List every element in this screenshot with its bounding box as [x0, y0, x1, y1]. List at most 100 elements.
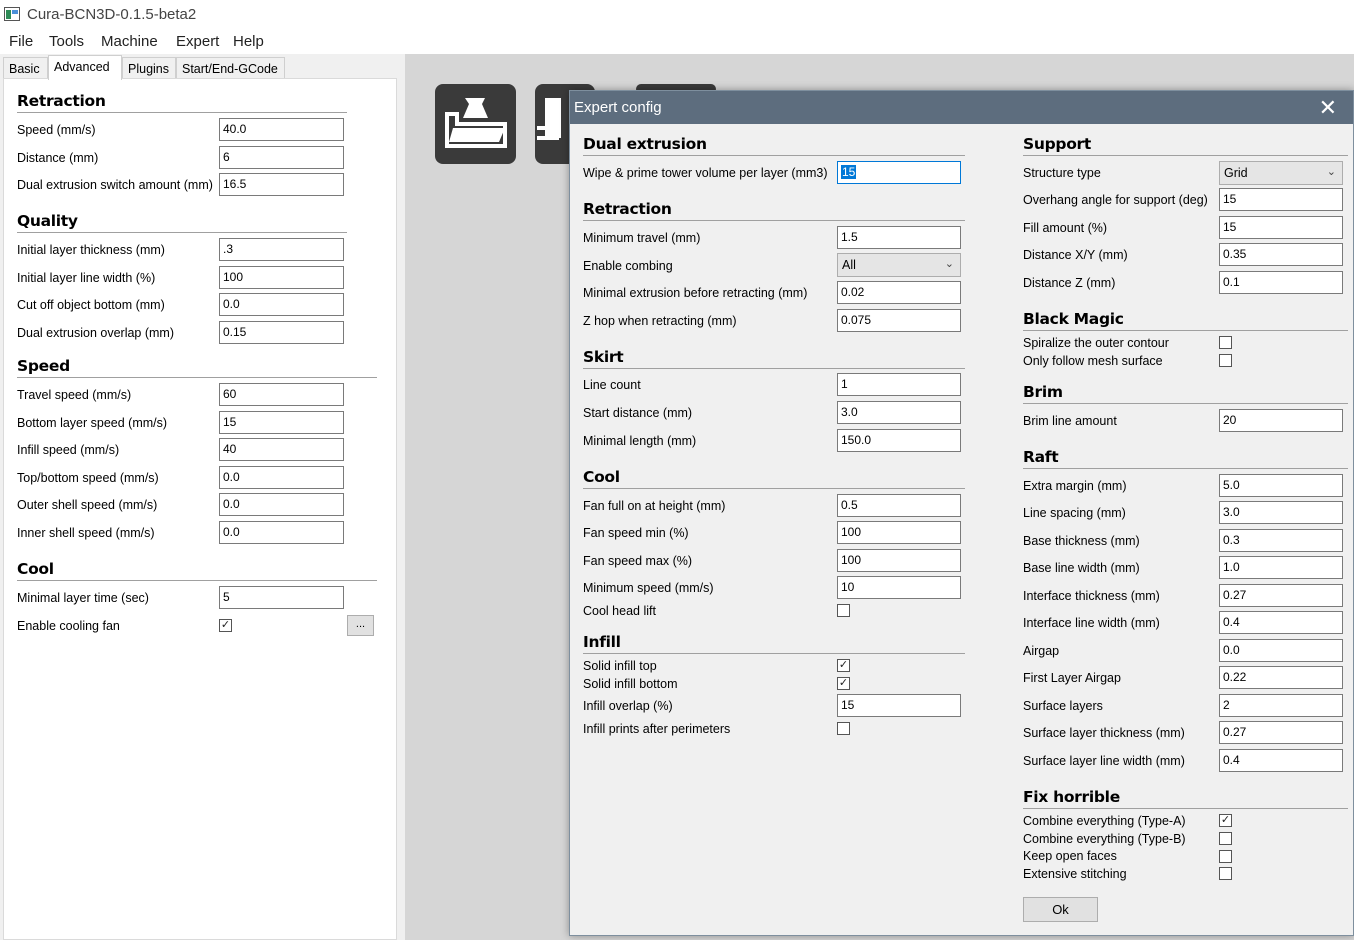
- structure-type-select[interactable]: Grid ⌄: [1219, 161, 1343, 185]
- overhang-angle-input[interactable]: 15: [1219, 188, 1343, 211]
- bottom-layer-speed-label: Bottom layer speed (mm/s): [17, 416, 168, 430]
- raft-surface-layers-input[interactable]: 2: [1219, 694, 1343, 717]
- combine-type-a-checkbox[interactable]: ✓: [1219, 814, 1232, 827]
- combine-type-b-checkbox[interactable]: [1219, 832, 1232, 845]
- skirt-line-count-input[interactable]: 1: [837, 373, 961, 396]
- only-mesh-surface-checkbox[interactable]: [1219, 354, 1232, 367]
- raft-surface-layers-label: Surface layers: [1023, 699, 1103, 713]
- raft-extra-margin-input[interactable]: 5.0: [1219, 474, 1343, 497]
- infill-speed-input[interactable]: 40: [219, 438, 344, 461]
- distance-xy-input[interactable]: 0.35: [1219, 243, 1343, 266]
- app-icon: [4, 7, 20, 21]
- initial-layer-thickness-label: Initial layer thickness (mm): [17, 243, 165, 257]
- initial-line-width-label: Initial layer line width (%): [17, 271, 156, 285]
- minimal-layer-time-input[interactable]: 5: [219, 586, 344, 609]
- bottom-layer-speed-input[interactable]: 15: [219, 411, 344, 434]
- solid-infill-top-checkbox[interactable]: ✓: [837, 659, 850, 672]
- skirt-minimal-length-input[interactable]: 150.0: [837, 429, 961, 452]
- menu-tools[interactable]: Tools: [49, 33, 84, 50]
- travel-speed-input[interactable]: 60: [219, 383, 344, 406]
- infill-after-perimeters-label: Infill prints after perimeters: [583, 722, 731, 736]
- raft-surface-layer-thickness-input[interactable]: 0.27: [1219, 721, 1343, 744]
- z-hop-label: Z hop when retracting (mm): [583, 314, 737, 328]
- load-model-button[interactable]: [435, 84, 516, 164]
- raft-surface-line-width-label: Surface layer line width (mm): [1023, 754, 1185, 768]
- initial-layer-thickness-input[interactable]: .3: [219, 238, 344, 261]
- retraction-distance-input[interactable]: 6: [219, 146, 344, 169]
- tab-plugins[interactable]: Plugins: [122, 57, 176, 79]
- raft-first-layer-airgap-label: First Layer Airgap: [1023, 671, 1121, 685]
- fill-amount-input[interactable]: 15: [1219, 216, 1343, 239]
- menu-expert[interactable]: Expert: [176, 33, 219, 50]
- section-cool: Cool: [17, 560, 54, 578]
- raft-first-layer-airgap-input[interactable]: 0.22: [1219, 666, 1343, 689]
- raft-base-thickness-label: Base thickness (mm): [1023, 534, 1140, 548]
- tab-advanced[interactable]: Advanced: [48, 55, 122, 80]
- enable-combing-select[interactable]: All ⌄: [837, 253, 961, 277]
- fan-full-on-label: Fan full on at height (mm): [583, 499, 726, 513]
- dual-overlap-input[interactable]: 0.15: [219, 321, 344, 344]
- spiralize-checkbox[interactable]: [1219, 336, 1232, 349]
- raft-interface-thickness-label: Interface thickness (mm): [1023, 589, 1160, 603]
- fan-speed-min-input[interactable]: 100: [837, 521, 961, 544]
- menu-help[interactable]: Help: [233, 33, 264, 50]
- divider: [583, 220, 965, 221]
- skirt-start-distance-input[interactable]: 3.0: [837, 401, 961, 424]
- top-bottom-speed-input[interactable]: 0.0: [219, 466, 344, 489]
- fan-full-on-input[interactable]: 0.5: [837, 494, 961, 517]
- raft-line-spacing-input[interactable]: 3.0: [1219, 501, 1343, 524]
- minimum-speed-input[interactable]: 10: [837, 576, 961, 599]
- enable-cooling-fan-checkbox[interactable]: ✓: [219, 619, 232, 632]
- raft-base-line-width-input[interactable]: 1.0: [1219, 556, 1343, 579]
- close-icon[interactable]: ✕: [1319, 95, 1337, 121]
- menu-machine[interactable]: Machine: [101, 33, 158, 50]
- section-cool-expert: Cool: [583, 468, 620, 486]
- fan-speed-min-label: Fan speed min (%): [583, 526, 689, 540]
- cut-off-bottom-input[interactable]: 0.0: [219, 293, 344, 316]
- infill-overlap-input[interactable]: 15: [837, 694, 961, 717]
- minimal-extrusion-input[interactable]: 0.02: [837, 281, 961, 304]
- raft-interface-thickness-input[interactable]: 0.27: [1219, 584, 1343, 607]
- raft-line-spacing-label: Line spacing (mm): [1023, 506, 1126, 520]
- tab-basic[interactable]: Basic: [3, 57, 48, 79]
- skirt-minimal-length-label: Minimal length (mm): [583, 434, 697, 448]
- outer-shell-speed-input[interactable]: 0.0: [219, 493, 344, 516]
- raft-surface-line-width-input[interactable]: 0.4: [1219, 749, 1343, 772]
- tab-start-end-gcode[interactable]: Start/End-GCode: [176, 57, 285, 79]
- chevron-down-icon: ⌄: [944, 258, 954, 270]
- overhang-angle-label: Overhang angle for support (deg): [1023, 193, 1208, 207]
- divider: [1023, 808, 1348, 809]
- cooling-fan-more-button[interactable]: ...: [347, 615, 374, 636]
- raft-interface-line-width-input[interactable]: 0.4: [1219, 611, 1343, 634]
- extensive-stitching-checkbox[interactable]: [1219, 867, 1232, 880]
- divider: [1023, 330, 1348, 331]
- distance-z-input[interactable]: 0.1: [1219, 271, 1343, 294]
- retraction-distance-label: Distance (mm): [17, 151, 99, 165]
- minimum-travel-input[interactable]: 1.5: [837, 226, 961, 249]
- combine-type-a-label: Combine everything (Type-A): [1023, 814, 1186, 828]
- fan-speed-max-input[interactable]: 100: [837, 549, 961, 572]
- inner-shell-speed-input[interactable]: 0.0: [219, 521, 344, 544]
- only-mesh-surface-label: Only follow mesh surface: [1023, 354, 1163, 368]
- combine-type-b-label: Combine everything (Type-B): [1023, 832, 1186, 846]
- section-retraction-expert: Retraction: [583, 200, 672, 218]
- raft-airgap-label: Airgap: [1023, 644, 1060, 658]
- raft-base-thickness-input[interactable]: 0.3: [1219, 529, 1343, 552]
- cool-head-lift-checkbox[interactable]: [837, 604, 850, 617]
- z-hop-input[interactable]: 0.075: [837, 309, 961, 332]
- keep-open-faces-checkbox[interactable]: [1219, 850, 1232, 863]
- chevron-down-icon: ⌄: [1326, 166, 1336, 178]
- raft-airgap-input[interactable]: 0.0: [1219, 639, 1343, 662]
- wipe-tower-volume-input[interactable]: 15: [837, 161, 961, 184]
- solid-infill-bottom-checkbox[interactable]: ✓: [837, 677, 850, 690]
- brim-line-amount-input[interactable]: 20: [1219, 409, 1343, 432]
- structure-type-label: Structure type: [1023, 166, 1101, 180]
- outer-shell-speed-label: Outer shell speed (mm/s): [17, 498, 158, 512]
- menu-file[interactable]: File: [9, 33, 33, 50]
- dual-switch-amount-input[interactable]: 16.5: [219, 173, 344, 196]
- infill-after-perimeters-checkbox[interactable]: [837, 722, 850, 735]
- initial-line-width-input[interactable]: 100: [219, 266, 344, 289]
- raft-base-line-width-label: Base line width (mm): [1023, 561, 1140, 575]
- ok-button[interactable]: Ok: [1023, 897, 1098, 922]
- retraction-speed-input[interactable]: 40.0: [219, 118, 344, 141]
